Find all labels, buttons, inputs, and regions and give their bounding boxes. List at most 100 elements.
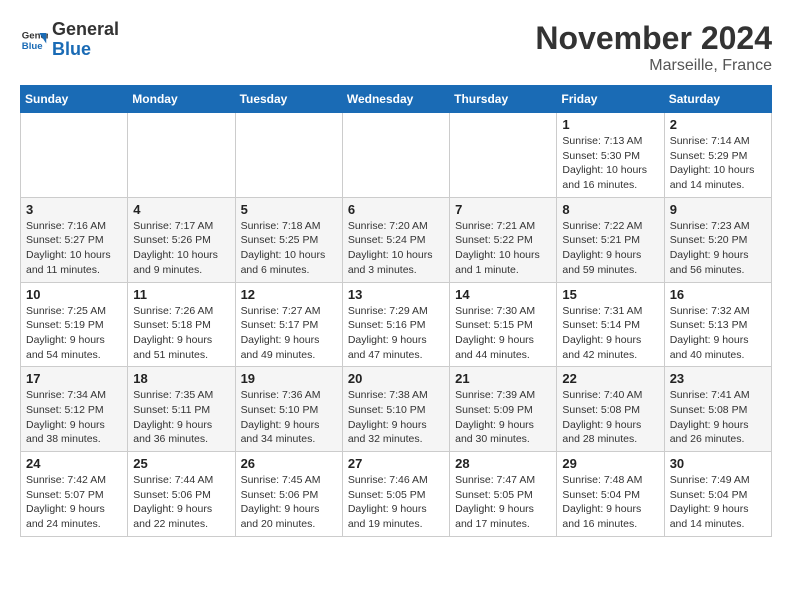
calendar-cell: 8Sunrise: 7:22 AM Sunset: 5:21 PM Daylig… [557,197,664,282]
day-info: Sunrise: 7:47 AM Sunset: 5:05 PM Dayligh… [455,473,551,532]
calendar-cell: 21Sunrise: 7:39 AM Sunset: 5:09 PM Dayli… [450,367,557,452]
day-info: Sunrise: 7:27 AM Sunset: 5:17 PM Dayligh… [241,304,337,363]
calendar-cell [342,113,449,198]
calendar-cell: 15 Sunrise: 7:31 AM Sunset: 5:14 PM Dayli… [557,282,664,367]
day-info: Sunrise: 7:35 AM Sunset: 5:11 PM Dayligh… [133,388,229,447]
page-header: General Blue General Blue November 2024 … [20,20,772,75]
day-info: Sunrise: 7:31 AM Sunset: 5:14 PM Dayligh… [562,304,658,363]
day-number: 11 [133,287,229,302]
day-number: 19 [241,371,337,386]
weekday-header-saturday: Saturday [664,86,771,113]
logo-icon: General Blue [20,26,48,54]
day-info: Sunrise: 7:32 AM Sunset: 5:13 PM Dayligh… [670,304,766,363]
day-number: 2 [670,117,766,132]
day-number: 17 [26,371,122,386]
day-info: Sunrise: 7:21 AM Sunset: 5:22 PM Dayligh… [455,219,551,278]
calendar-cell: 26Sunrise: 7:45 AM Sunset: 5:06 PM Dayli… [235,452,342,537]
day-info: Sunrise: 7:42 AM Sunset: 5:07 PM Dayligh… [26,473,122,532]
calendar-cell: 3Sunrise: 7:16 AM Sunset: 5:27 PM Daylig… [21,197,128,282]
calendar-week-2: 3Sunrise: 7:16 AM Sunset: 5:27 PM Daylig… [21,197,772,282]
calendar-cell [128,113,235,198]
day-number: 4 [133,202,229,217]
calendar-cell: 29 Sunrise: 7:48 AM Sunset: 5:04 PM Dayli… [557,452,664,537]
calendar-cell: 10 Sunrise: 7:25 AM Sunset: 5:19 PM Dayli… [21,282,128,367]
day-number: 23 [670,371,766,386]
day-info: Sunrise: 7:34 AM Sunset: 5:12 PM Dayligh… [26,388,122,447]
weekday-header-friday: Friday [557,86,664,113]
day-number: 26 [241,456,337,471]
day-number: 27 [348,456,444,471]
day-number: 25 [133,456,229,471]
calendar-cell: 17 Sunrise: 7:34 AM Sunset: 5:12 PM Dayli… [21,367,128,452]
day-info: Sunrise: 7:23 AM Sunset: 5:20 PM Dayligh… [670,219,766,278]
day-number: 13 [348,287,444,302]
day-info: Sunrise: 7:25 AM Sunset: 5:19 PM Dayligh… [26,304,122,363]
weekday-header-wednesday: Wednesday [342,86,449,113]
day-number: 15 [562,287,658,302]
day-info: Sunrise: 7:13 AM Sunset: 5:30 PM Dayligh… [562,134,658,193]
day-info: Sunrise: 7:18 AM Sunset: 5:25 PM Dayligh… [241,219,337,278]
day-info: Sunrise: 7:46 AM Sunset: 5:05 PM Dayligh… [348,473,444,532]
day-info: Sunrise: 7:36 AM Sunset: 5:10 PM Dayligh… [241,388,337,447]
calendar-cell: 23 Sunrise: 7:41 AM Sunset: 5:08 PM Dayli… [664,367,771,452]
day-number: 6 [348,202,444,217]
weekday-header-sunday: Sunday [21,86,128,113]
logo: General Blue General Blue [20,20,119,60]
calendar-cell: 22 Sunrise: 7:40 AM Sunset: 5:08 PM Dayli… [557,367,664,452]
day-number: 20 [348,371,444,386]
day-number: 28 [455,456,551,471]
calendar-cell: 2Sunrise: 7:14 AM Sunset: 5:29 PM Daylig… [664,113,771,198]
day-number: 18 [133,371,229,386]
day-number: 9 [670,202,766,217]
svg-text:Blue: Blue [22,41,43,52]
day-number: 29 [562,456,658,471]
day-number: 1 [562,117,658,132]
day-number: 10 [26,287,122,302]
calendar-cell: 20 Sunrise: 7:38 AM Sunset: 5:10 PM Dayli… [342,367,449,452]
calendar-cell: 24 Sunrise: 7:42 AM Sunset: 5:07 PM Dayli… [21,452,128,537]
day-info: Sunrise: 7:29 AM Sunset: 5:16 PM Dayligh… [348,304,444,363]
day-number: 7 [455,202,551,217]
calendar-cell [21,113,128,198]
day-info: Sunrise: 7:41 AM Sunset: 5:08 PM Dayligh… [670,388,766,447]
day-info: Sunrise: 7:44 AM Sunset: 5:06 PM Dayligh… [133,473,229,532]
day-info: Sunrise: 7:39 AM Sunset: 5:09 PM Dayligh… [455,388,551,447]
location-subtitle: Marseille, France [535,57,772,75]
calendar-week-1: 1 Sunrise: 7:13 AM Sunset: 5:30 PM Daylig… [21,113,772,198]
calendar-cell: 16 Sunrise: 7:32 AM Sunset: 5:13 PM Dayli… [664,282,771,367]
day-info: Sunrise: 7:20 AM Sunset: 5:24 PM Dayligh… [348,219,444,278]
calendar-cell: 7 Sunrise: 7:21 AM Sunset: 5:22 PM Daylig… [450,197,557,282]
day-info: Sunrise: 7:30 AM Sunset: 5:15 PM Dayligh… [455,304,551,363]
calendar-cell: 18 Sunrise: 7:35 AM Sunset: 5:11 PM Dayli… [128,367,235,452]
day-info: Sunrise: 7:17 AM Sunset: 5:26 PM Dayligh… [133,219,229,278]
weekday-header-monday: Monday [128,86,235,113]
calendar-cell: 9 Sunrise: 7:23 AM Sunset: 5:20 PM Daylig… [664,197,771,282]
calendar-cell: 12 Sunrise: 7:27 AM Sunset: 5:17 PM Dayli… [235,282,342,367]
calendar-cell: 1 Sunrise: 7:13 AM Sunset: 5:30 PM Daylig… [557,113,664,198]
calendar-cell: 19 Sunrise: 7:36 AM Sunset: 5:10 PM Dayli… [235,367,342,452]
month-title: November 2024 [535,20,772,57]
calendar-cell: 11 Sunrise: 7:26 AM Sunset: 5:18 PM Dayli… [128,282,235,367]
calendar-cell: 25 Sunrise: 7:44 AM Sunset: 5:06 PM Dayli… [128,452,235,537]
calendar-table: SundayMondayTuesdayWednesdayThursdayFrid… [20,85,772,537]
day-info: Sunrise: 7:49 AM Sunset: 5:04 PM Dayligh… [670,473,766,532]
day-number: 12 [241,287,337,302]
calendar-week-3: 10 Sunrise: 7:25 AM Sunset: 5:19 PM Dayli… [21,282,772,367]
day-info: Sunrise: 7:40 AM Sunset: 5:08 PM Dayligh… [562,388,658,447]
day-info: Sunrise: 7:48 AM Sunset: 5:04 PM Dayligh… [562,473,658,532]
calendar-cell: 28 Sunrise: 7:47 AM Sunset: 5:05 PM Dayli… [450,452,557,537]
day-number: 24 [26,456,122,471]
day-info: Sunrise: 7:22 AM Sunset: 5:21 PM Dayligh… [562,219,658,278]
calendar-cell: 30 Sunrise: 7:49 AM Sunset: 5:04 PM Dayli… [664,452,771,537]
title-section: November 2024 Marseille, France [535,20,772,75]
day-number: 16 [670,287,766,302]
weekday-header-row: SundayMondayTuesdayWednesdayThursdayFrid… [21,86,772,113]
weekday-header-thursday: Thursday [450,86,557,113]
calendar-cell: 5Sunrise: 7:18 AM Sunset: 5:25 PM Daylig… [235,197,342,282]
day-info: Sunrise: 7:38 AM Sunset: 5:10 PM Dayligh… [348,388,444,447]
day-info: Sunrise: 7:26 AM Sunset: 5:18 PM Dayligh… [133,304,229,363]
calendar-cell: 6 Sunrise: 7:20 AM Sunset: 5:24 PM Daylig… [342,197,449,282]
calendar-cell: 4 Sunrise: 7:17 AM Sunset: 5:26 PM Daylig… [128,197,235,282]
day-number: 30 [670,456,766,471]
day-number: 22 [562,371,658,386]
